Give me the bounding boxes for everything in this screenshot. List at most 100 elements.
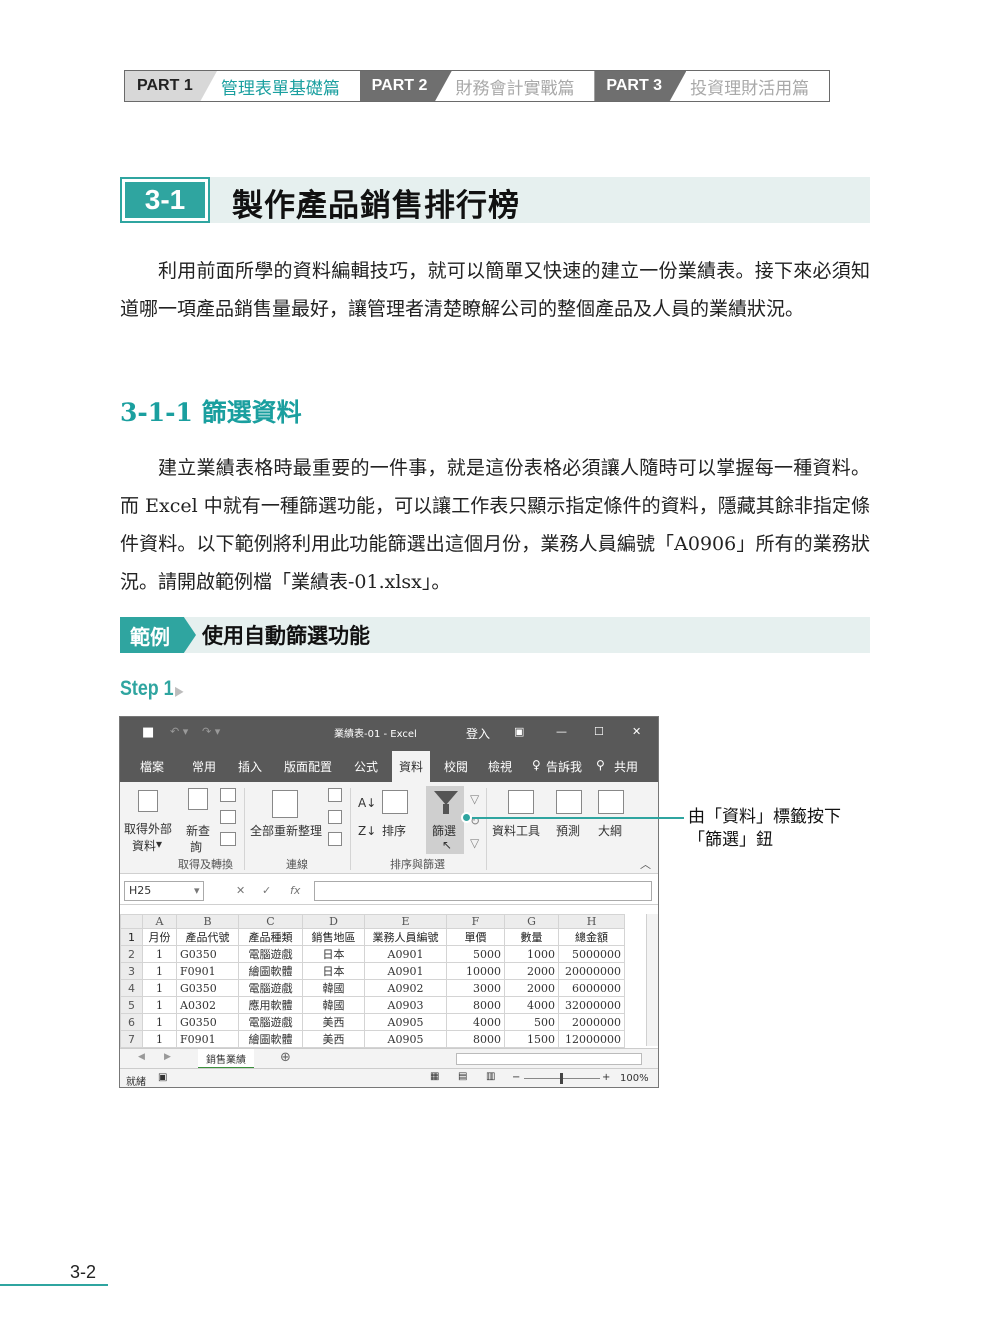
table-cell[interactable]: 8000 [446,996,505,1014]
name-box[interactable]: H25 [124,881,204,901]
table-cell[interactable]: 美西 [302,1013,365,1031]
sheet-nav-right-icon[interactable]: ▶ [164,1052,171,1062]
table-cell[interactable]: 5000000 [558,945,625,963]
table-cell[interactable]: 總金額 [558,928,625,946]
maximize-icon[interactable]: ☐ [594,725,604,738]
table-cell[interactable]: 1 [142,979,177,997]
row-header[interactable]: 4 [120,979,143,997]
column-header[interactable]: D [302,914,365,929]
advanced-filter-icon[interactable]: ▽ [470,836,479,850]
row-header[interactable]: 2 [120,945,143,963]
table-cell[interactable]: 500 [504,1013,559,1031]
column-header[interactable]: C [238,914,303,929]
share-button[interactable]: 共用 [614,758,638,775]
login-link[interactable]: 登入 [466,725,490,742]
column-header[interactable]: F [446,914,505,929]
table-cell[interactable]: 1 [142,1030,177,1048]
table-cell[interactable]: 美西 [302,1030,365,1048]
row-header[interactable]: 3 [120,962,143,980]
zoom-out-icon[interactable]: − [512,1072,520,1083]
new-query-button[interactable]: 新查 [186,822,210,839]
table-cell[interactable]: 32000000 [558,996,625,1014]
row-header[interactable]: 5 [120,996,143,1014]
table-cell[interactable]: 應用軟體 [238,996,303,1014]
tab-insert[interactable]: 插入 [238,758,262,775]
table-cell[interactable]: A0902 [364,979,447,997]
data-tools-button[interactable]: 資料工具 [492,822,540,839]
table-cell[interactable]: 1000 [504,945,559,963]
filter-button[interactable]: 篩選 [432,822,456,839]
table-cell[interactable]: 1 [142,996,177,1014]
redo-icon[interactable]: ↷ ▾ [202,725,220,738]
table-cell[interactable]: 數量 [504,928,559,946]
add-sheet-icon[interactable]: ⊕ [280,1050,291,1065]
table-cell[interactable]: 韓國 [302,979,365,997]
table-cell[interactable]: 8000 [446,1030,505,1048]
table-cell[interactable]: G0350 [176,979,239,997]
get-external-data-button[interactable]: 取得外部 [124,820,172,837]
table-cell[interactable]: 日本 [302,962,365,980]
table-cell[interactable]: 6000000 [558,979,625,997]
table-cell[interactable]: 1500 [504,1030,559,1048]
page-layout-view-icon[interactable]: ▤ [458,1071,467,1082]
table-cell[interactable]: 2000000 [558,1013,625,1031]
edit-links-icon[interactable] [328,832,342,846]
tab-home[interactable]: 常用 [192,758,216,775]
collapse-ribbon-icon[interactable]: ︿ [640,856,651,872]
column-header[interactable]: H [558,914,625,929]
table-icon[interactable] [220,788,236,802]
save-icon[interactable]: ■ [142,725,154,740]
tell-me[interactable]: 告訴我 [546,758,582,775]
table-cell[interactable]: 1 [142,945,177,963]
table-cell[interactable]: 12000000 [558,1030,625,1048]
table-cell[interactable]: G0350 [176,1013,239,1031]
zoom-slider-handle[interactable] [560,1073,563,1084]
grid-icon[interactable] [220,810,236,824]
table-cell[interactable]: 單價 [446,928,505,946]
sheet-tab-sales[interactable]: 銷售業績 [198,1049,254,1069]
table-cell[interactable]: 2000 [504,962,559,980]
horizontal-scrollbar[interactable] [456,1053,642,1065]
close-icon[interactable]: ✕ [632,725,641,738]
properties-icon[interactable] [328,810,342,824]
table-cell[interactable]: 電腦遊戲 [238,1013,303,1031]
row-header[interactable]: 6 [120,1013,143,1031]
table-cell[interactable]: 繪圖軟體 [238,962,303,980]
enter-icon[interactable]: ✓ [262,884,271,897]
vertical-scrollbar[interactable] [646,914,658,1046]
ribbon-display-icon[interactable]: ▣ [514,725,524,738]
table-cell[interactable]: 產品種類 [238,928,303,946]
column-header[interactable]: G [504,914,559,929]
minimize-icon[interactable]: — [556,725,567,738]
table-cell[interactable]: 4000 [446,1013,505,1031]
table-cell[interactable]: A0901 [364,945,447,963]
tab-formulas[interactable]: 公式 [354,758,378,775]
table-cell[interactable]: 1 [142,962,177,980]
sheet-nav-left-icon[interactable]: ◀ [138,1052,145,1062]
table-cell[interactable]: 1 [142,1013,177,1031]
column-header[interactable]: B [176,914,239,929]
sort-az-icon[interactable]: A↓ [358,796,376,810]
table-cell[interactable]: 業務人員編號 [364,928,447,946]
table-cell[interactable]: 產品代號 [176,928,239,946]
row-header[interactable]: 7 [120,1030,143,1048]
tab-data[interactable]: 資料 [392,751,431,782]
normal-view-icon[interactable]: ▦ [430,1071,439,1082]
table-cell[interactable]: 月份 [142,928,177,946]
refresh-all-button[interactable]: 全部重新整理 [250,822,322,839]
table-cell[interactable]: 5000 [446,945,505,963]
connections-icon[interactable] [328,788,342,802]
table-cell[interactable]: 10000 [446,962,505,980]
forecast-button[interactable]: 預測 [556,822,580,839]
table-cell[interactable]: F0901 [176,1030,239,1048]
tab-page-layout[interactable]: 版面配置 [284,758,332,775]
recent-sources-icon[interactable] [220,832,236,846]
table-cell[interactable]: 銷售地區 [302,928,365,946]
table-cell[interactable]: A0302 [176,996,239,1014]
table-cell[interactable]: 電腦遊戲 [238,979,303,997]
sort-button[interactable]: 排序 [382,822,406,839]
formula-input[interactable] [314,881,652,901]
outline-button[interactable]: 大綱 [598,822,622,839]
table-cell[interactable]: 韓國 [302,996,365,1014]
select-all-corner[interactable] [120,914,143,929]
